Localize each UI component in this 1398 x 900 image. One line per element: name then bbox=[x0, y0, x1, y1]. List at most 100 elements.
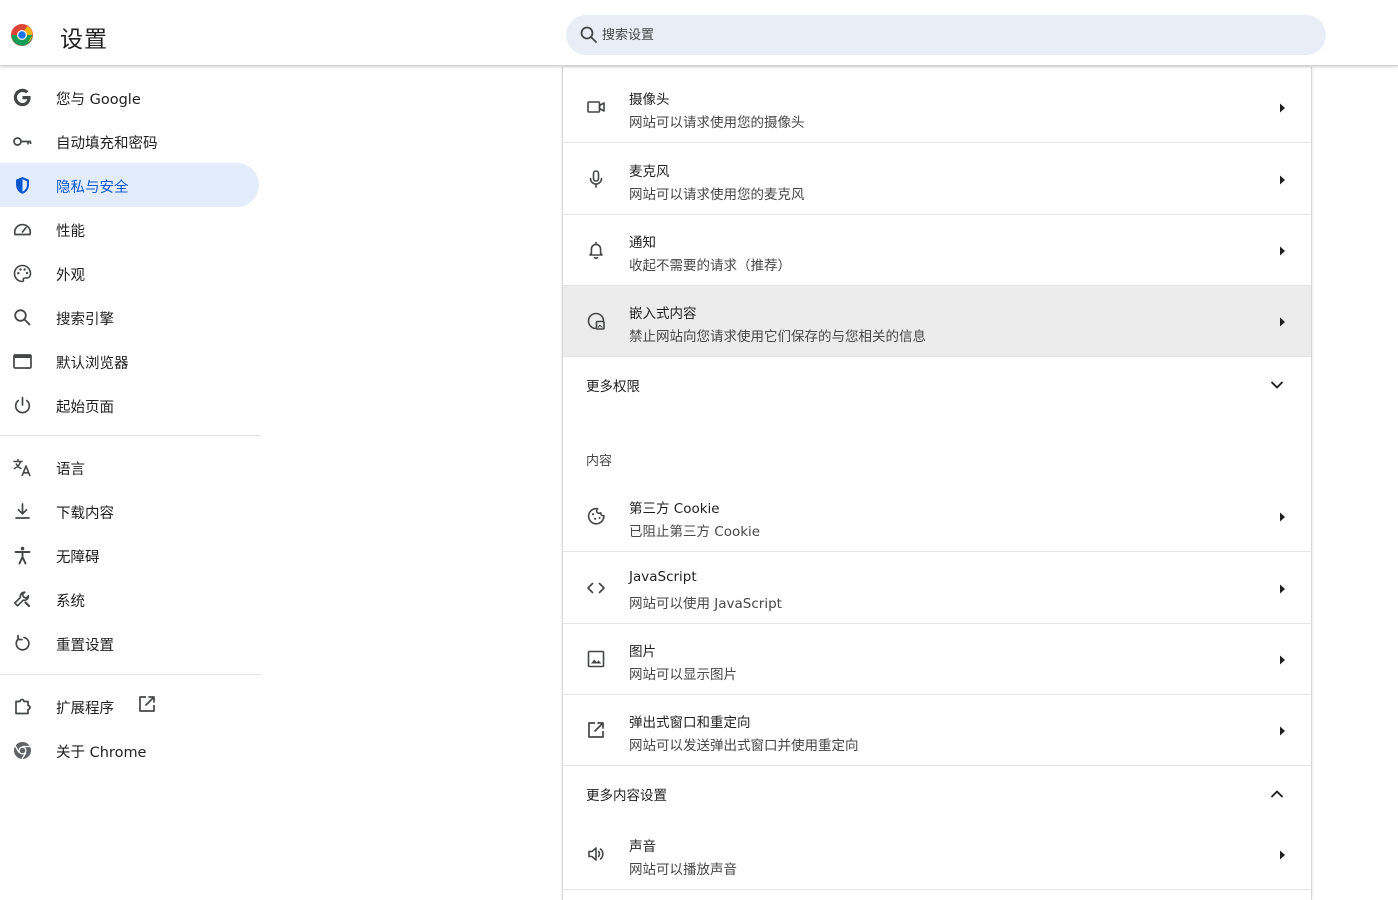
arrow-right-icon bbox=[1277, 511, 1287, 523]
power-icon bbox=[12, 395, 33, 416]
reset-icon bbox=[12, 633, 33, 654]
content-row-popups-redirects[interactable]: 弹出式窗口和重定向 网站可以发送弹出式窗口并使用重定向 bbox=[563, 695, 1311, 766]
sidebar-item-label: 自动填充和密码 bbox=[56, 136, 158, 152]
row-title: 摄像头 bbox=[629, 92, 670, 108]
sidebar-item-label: 隐私与安全 bbox=[56, 180, 129, 196]
sidebar-item-label: 默认浏览器 bbox=[56, 356, 129, 372]
sidebar-item-privacy[interactable]: 隐私与安全 bbox=[0, 163, 259, 207]
row-subtitle: 网站可以请求使用您的摄像头 bbox=[629, 115, 805, 131]
sidebar-item-performance[interactable]: 性能 bbox=[0, 207, 259, 251]
sidebar-item-default-browser[interactable]: 默认浏览器 bbox=[0, 339, 259, 383]
row-title: 通知 bbox=[629, 235, 656, 251]
permission-row-notifications[interactable]: 通知 收起不需要的请求（推荐） bbox=[563, 215, 1311, 286]
row-subtitle: 收起不需要的请求（推荐） bbox=[629, 258, 791, 274]
open-in-new-icon bbox=[586, 720, 606, 740]
accessibility-icon bbox=[12, 545, 33, 566]
chrome-logo-icon bbox=[10, 23, 34, 47]
sidebar-item-label: 无障碍 bbox=[56, 550, 100, 566]
row-subtitle: 网站可以显示图片 bbox=[629, 667, 737, 683]
search-icon bbox=[579, 25, 599, 45]
more-permissions-toggle[interactable]: 更多权限 bbox=[563, 359, 1311, 411]
sidebar-item-you-and-google[interactable]: 您与 Google bbox=[0, 75, 259, 119]
row-title: 嵌入式内容 bbox=[629, 306, 697, 322]
content-row-javascript[interactable]: JavaScript 网站可以使用 JavaScript bbox=[563, 553, 1311, 624]
sidebar-item-reset[interactable]: 重置设置 bbox=[0, 621, 259, 665]
chevron-up-icon bbox=[1269, 786, 1285, 802]
arrow-right-icon bbox=[1277, 849, 1287, 861]
sidebar-item-autofill[interactable]: 自动填充和密码 bbox=[0, 119, 259, 163]
top-bar: 设置 bbox=[0, 0, 1398, 66]
sidebar-item-accessibility[interactable]: 无障碍 bbox=[0, 533, 259, 577]
image-icon bbox=[586, 649, 606, 669]
sidebar-item-label: 起始页面 bbox=[56, 400, 114, 416]
sidebar-divider bbox=[0, 435, 261, 436]
browser-window-icon bbox=[12, 351, 33, 372]
translate-icon bbox=[12, 457, 33, 478]
sidebar-item-label: 关于 Chrome bbox=[56, 745, 147, 761]
site-settings-panel: 摄像头 网站可以请求使用您的摄像头 麦克风 网站可以请求使用您的麦克风 通知 收… bbox=[562, 67, 1312, 900]
sidebar-item-label: 外观 bbox=[56, 268, 85, 284]
bell-icon bbox=[586, 240, 606, 260]
sidebar-item-startup[interactable]: 起始页面 bbox=[0, 383, 259, 427]
palette-icon bbox=[12, 263, 33, 284]
sidebar-item-label: 扩展程序 bbox=[56, 701, 114, 717]
sidebar-item-about-chrome[interactable]: 关于 Chrome bbox=[0, 728, 259, 772]
arrow-right-icon bbox=[1277, 102, 1287, 114]
sidebar-divider bbox=[0, 674, 261, 675]
arrow-right-icon bbox=[1277, 725, 1287, 737]
row-subtitle: 网站可以发送弹出式窗口并使用重定向 bbox=[629, 738, 859, 754]
wrench-icon bbox=[12, 589, 33, 610]
more-content-settings-toggle[interactable]: 更多内容设置 bbox=[563, 768, 1311, 820]
row-title: 声音 bbox=[629, 839, 656, 855]
search-icon bbox=[12, 307, 33, 328]
microphone-icon bbox=[586, 169, 606, 189]
sidebar-item-label: 语言 bbox=[56, 462, 85, 478]
sidebar-item-label: 您与 Google bbox=[56, 92, 141, 108]
content-section-heading: 内容 bbox=[586, 454, 613, 469]
permission-row-embedded-content[interactable]: 嵌入式内容 禁止网站向您请求使用它们保存的与您相关的信息 bbox=[563, 286, 1311, 357]
row-title: 麦克风 bbox=[629, 164, 670, 180]
speedometer-icon bbox=[12, 219, 33, 240]
embedded-content-icon bbox=[586, 311, 606, 331]
permission-row-camera[interactable]: 摄像头 网站可以请求使用您的摄像头 bbox=[563, 72, 1311, 143]
chrome-icon bbox=[12, 740, 33, 761]
speaker-icon bbox=[586, 844, 606, 864]
search-bar[interactable] bbox=[566, 15, 1326, 55]
google-g-icon bbox=[12, 87, 33, 108]
camera-icon bbox=[586, 97, 606, 117]
content-row-images[interactable]: 图片 网站可以显示图片 bbox=[563, 624, 1311, 695]
shield-icon bbox=[12, 175, 33, 196]
sidebar-item-label: 下载内容 bbox=[56, 506, 114, 522]
download-icon bbox=[12, 501, 33, 522]
row-subtitle: 禁止网站向您请求使用它们保存的与您相关的信息 bbox=[629, 329, 926, 345]
open-in-new-icon bbox=[137, 694, 157, 714]
row-title: JavaScript bbox=[629, 569, 697, 585]
sidebar-item-label: 搜索引擎 bbox=[56, 312, 114, 328]
sidebar-item-downloads[interactable]: 下载内容 bbox=[0, 489, 259, 533]
sidebar-item-system[interactable]: 系统 bbox=[0, 577, 259, 621]
row-subtitle: 网站可以请求使用您的麦克风 bbox=[629, 187, 805, 203]
sidebar-item-label: 性能 bbox=[56, 224, 85, 240]
page-title: 设置 bbox=[60, 27, 108, 53]
search-input[interactable] bbox=[602, 15, 1302, 55]
permission-row-microphone[interactable]: 麦克风 网站可以请求使用您的麦克风 bbox=[563, 144, 1311, 215]
sidebar-item-label: 重置设置 bbox=[56, 638, 114, 654]
sidebar-item-extensions[interactable]: 扩展程序 bbox=[0, 684, 259, 728]
sidebar-item-languages[interactable]: 语言 bbox=[0, 445, 259, 489]
puzzle-icon bbox=[12, 696, 33, 717]
sidebar: 您与 Google 自动填充和密码 隐私与安全 性能 外观 搜索引擎 默认浏览器… bbox=[0, 67, 262, 900]
cookie-icon bbox=[586, 506, 606, 526]
arrow-right-icon bbox=[1277, 174, 1287, 186]
content-row-third-party-cookies[interactable]: 第三方 Cookie 已阻止第三方 Cookie bbox=[563, 481, 1311, 552]
sidebar-item-appearance[interactable]: 外观 bbox=[0, 251, 259, 295]
row-title: 图片 bbox=[629, 644, 656, 660]
arrow-right-icon bbox=[1277, 654, 1287, 666]
row-subtitle: 已阻止第三方 Cookie bbox=[629, 524, 761, 540]
sidebar-item-label: 系统 bbox=[56, 594, 85, 610]
row-subtitle: 网站可以使用 JavaScript bbox=[629, 596, 782, 612]
content-row-sound[interactable]: 声音 网站可以播放声音 bbox=[563, 819, 1311, 890]
more-content-settings-label: 更多内容设置 bbox=[586, 788, 667, 804]
row-title: 弹出式窗口和重定向 bbox=[629, 715, 751, 731]
row-title: 第三方 Cookie bbox=[629, 501, 720, 517]
sidebar-item-search-engine[interactable]: 搜索引擎 bbox=[0, 295, 259, 339]
